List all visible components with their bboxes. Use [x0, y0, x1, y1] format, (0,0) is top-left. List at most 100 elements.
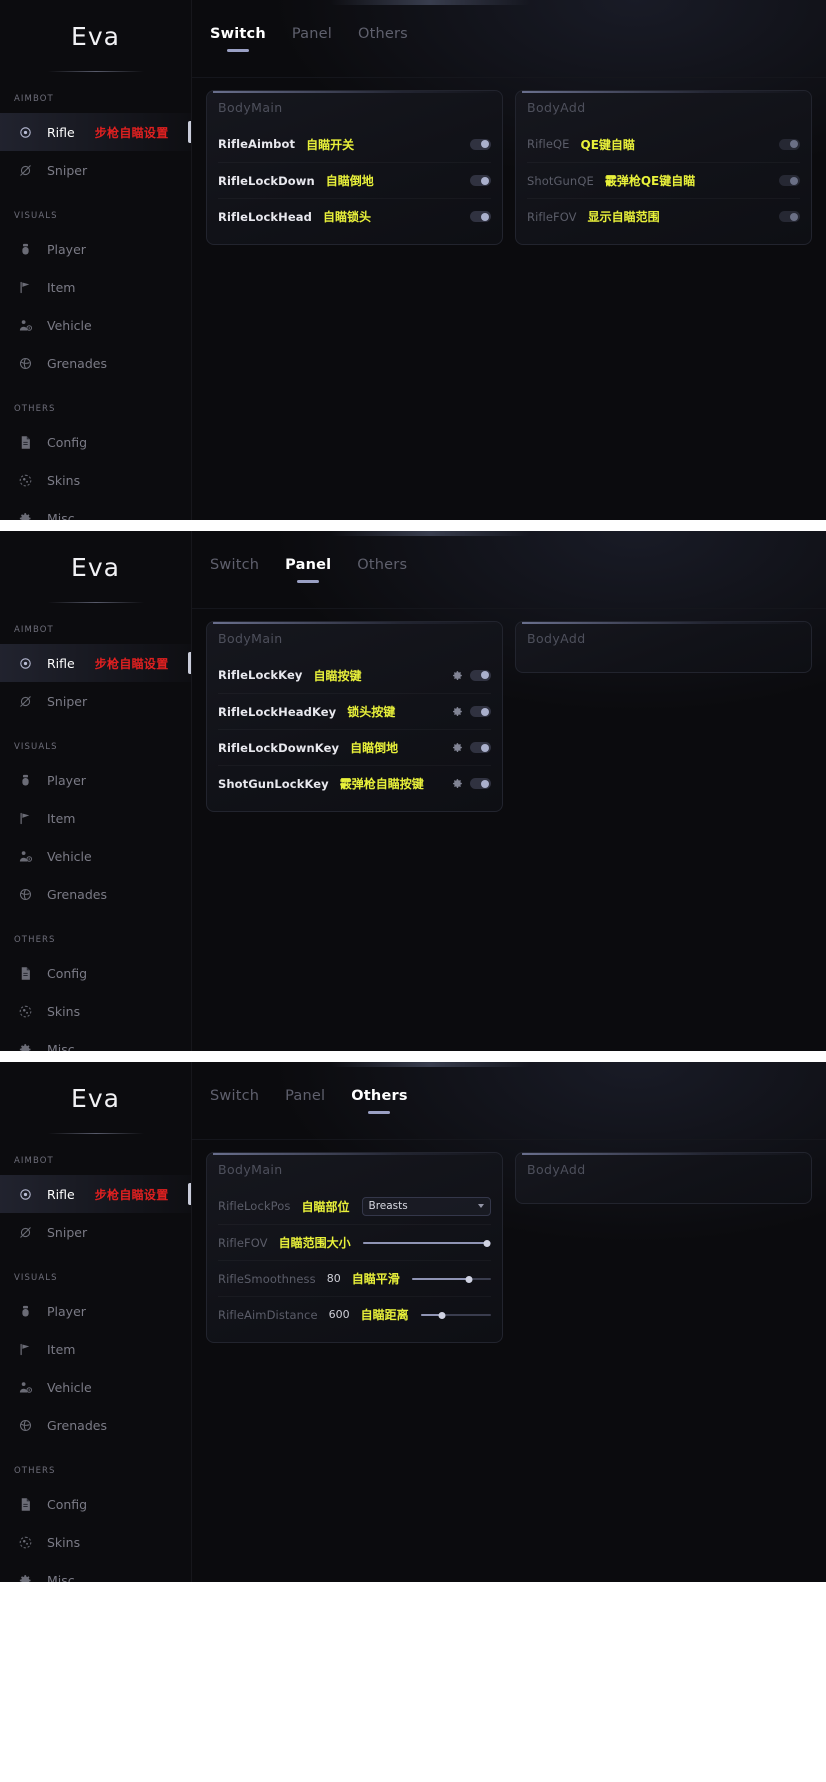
setting-label-cn: 自瞄开关 — [306, 137, 355, 152]
sidebar-item-label: Vehicle — [47, 1379, 92, 1395]
sidebar-item-vehicle[interactable]: Vehicle — [0, 306, 191, 344]
sidebar-item-skins[interactable]: Skins — [0, 1523, 191, 1561]
setting-toggle[interactable] — [470, 138, 491, 150]
sidebar-item-grenades[interactable]: Grenades — [0, 875, 191, 913]
setting-slider[interactable] — [362, 1237, 491, 1249]
card-bodymain: BodyMain RifleAimbot 自瞄开关 RifleLockDown 自瞄倒地… — [206, 90, 503, 245]
sidebar-item-grenades[interactable]: Grenades — [0, 1406, 191, 1444]
tab-panel[interactable]: Panel — [285, 557, 331, 583]
setting-row: RifleAimbot 自瞄开关 — [218, 126, 491, 162]
sidebar-item-misc[interactable]: Misc — [0, 499, 191, 520]
sidebar-item-skins[interactable]: Skins — [0, 992, 191, 1030]
setting-slider[interactable] — [411, 1273, 491, 1285]
setting-toggle[interactable] — [470, 211, 491, 222]
sidebar-item-config[interactable]: Config — [0, 423, 191, 461]
setting-key: RifleFOV — [218, 1235, 268, 1250]
sidebar-item-config[interactable]: Config — [0, 954, 191, 992]
sidebar-item-rifle[interactable]: Rifle 步枪自瞄设置 — [0, 1175, 191, 1213]
content-area: Switch Panel Others BodyMain RifleLockKey 自瞄… — [192, 531, 826, 1051]
setting-row: RifleAimDistance 600 自瞄距离 — [218, 1296, 491, 1332]
player-icon — [18, 773, 33, 788]
sidebar-item-label: Config — [47, 1496, 88, 1512]
gear-icon[interactable] — [451, 705, 464, 718]
slider-thumb[interactable] — [438, 1311, 446, 1319]
tab-others[interactable]: Others — [351, 1088, 407, 1114]
setting-row: RifleLockDownKey 自瞄倒地 — [218, 729, 491, 765]
item-flag-icon — [18, 811, 33, 826]
sidebar-item-label: Misc — [47, 1572, 75, 1583]
cards-container: BodyMain RifleLockPos 自瞄部位 Breasts RifleFOV 自… — [192, 1140, 826, 1343]
sidebar-item-label: Skins — [47, 1003, 81, 1019]
card-bodymain: BodyMain RifleLockPos 自瞄部位 Breasts RifleFOV 自… — [206, 1152, 503, 1343]
gear-icon[interactable] — [451, 777, 464, 790]
setting-dropdown[interactable]: Breasts — [361, 1196, 491, 1216]
window-top-notch — [330, 0, 530, 5]
toggle-knob — [481, 140, 489, 148]
sidebar-item-item[interactable]: Item — [0, 268, 191, 306]
setting-key: RifleLockHeadKey — [218, 704, 337, 719]
sidebar-item-label: Sniper — [47, 1224, 88, 1240]
tab-switch[interactable]: Switch — [210, 26, 266, 52]
setting-toggle[interactable] — [470, 669, 491, 681]
gear-icon[interactable] — [451, 741, 464, 754]
sidebar-item-skins[interactable]: Skins — [0, 461, 191, 499]
brand-logo: Eva — [71, 1084, 120, 1113]
crosshair-icon — [18, 656, 33, 671]
window-top-notch — [330, 1062, 530, 1067]
sidebar-item-label: Misc — [47, 1041, 75, 1052]
player-icon — [18, 242, 33, 257]
gear-icon — [18, 1573, 33, 1582]
sidebar-item-player[interactable]: Player — [0, 761, 191, 799]
setting-toggle[interactable] — [470, 778, 491, 789]
sidebar-item-config[interactable]: Config — [0, 1485, 191, 1523]
sidebar-item-vehicle[interactable]: Vehicle — [0, 1368, 191, 1406]
sidebar-item-vehicle[interactable]: Vehicle — [0, 837, 191, 875]
sidebar-item-player[interactable]: Player — [0, 230, 191, 268]
tabbar: Switch Panel Others — [192, 531, 826, 609]
crosshair-icon — [18, 1187, 33, 1202]
tab-others[interactable]: Others — [357, 557, 407, 583]
setting-slider[interactable] — [420, 1309, 491, 1321]
config-file-icon — [18, 1497, 33, 1512]
slider-thumb[interactable] — [483, 1239, 491, 1247]
sidebar-item-rifle[interactable]: Rifle 步枪自瞄设置 — [0, 644, 191, 682]
sidebar-item-rifle[interactable]: Rifle 步枪自瞄设置 — [0, 113, 191, 151]
brand-logo: Eva — [71, 553, 120, 582]
sidebar-item-sniper[interactable]: Sniper — [0, 1213, 191, 1251]
card-title: BodyAdd — [527, 100, 586, 115]
sidebar-item-grenades[interactable]: Grenades — [0, 344, 191, 382]
setting-toggle[interactable] — [779, 175, 800, 186]
setting-key: RifleAimDistance — [218, 1307, 318, 1322]
sidebar-item-label: Rifle — [47, 655, 75, 671]
sidebar-item-item[interactable]: Item — [0, 799, 191, 837]
sidebar-item-label: Rifle — [47, 1186, 75, 1202]
tab-panel[interactable]: Panel — [285, 1088, 325, 1114]
sidebar-item-misc[interactable]: Misc — [0, 1561, 191, 1582]
window-gap — [0, 1051, 826, 1062]
setting-label-cn: 霰弹枪QE键自瞄 — [604, 174, 696, 188]
toggle-knob — [481, 779, 489, 788]
setting-toggle[interactable] — [470, 706, 491, 717]
setting-key: RifleLockDownKey — [218, 740, 340, 755]
setting-toggle[interactable] — [779, 138, 800, 150]
tab-panel[interactable]: Panel — [292, 26, 332, 52]
sidebar-item-misc[interactable]: Misc — [0, 1030, 191, 1051]
slider-thumb[interactable] — [465, 1275, 473, 1283]
sidebar-section-others: OTHERS — [14, 935, 56, 945]
tab-switch[interactable]: Switch — [210, 557, 259, 583]
tab-switch[interactable]: Switch — [210, 1088, 259, 1114]
sidebar-item-player[interactable]: Player — [0, 1292, 191, 1330]
card-title: BodyAdd — [527, 1162, 586, 1177]
sidebar-item-sniper[interactable]: Sniper — [0, 682, 191, 720]
sidebar-item-item[interactable]: Item — [0, 1330, 191, 1368]
sidebar-item-sniper[interactable]: Sniper — [0, 151, 191, 189]
setting-toggle[interactable] — [470, 175, 491, 186]
setting-toggle[interactable] — [779, 211, 800, 222]
tab-others[interactable]: Others — [358, 26, 408, 52]
setting-toggle[interactable] — [470, 742, 491, 753]
skins-icon — [18, 1535, 33, 1550]
brand-divider — [47, 602, 144, 603]
sidebar-item-label: Sniper — [47, 162, 88, 178]
gear-icon[interactable] — [451, 669, 464, 682]
tabbar: Switch Panel Others — [192, 0, 826, 78]
